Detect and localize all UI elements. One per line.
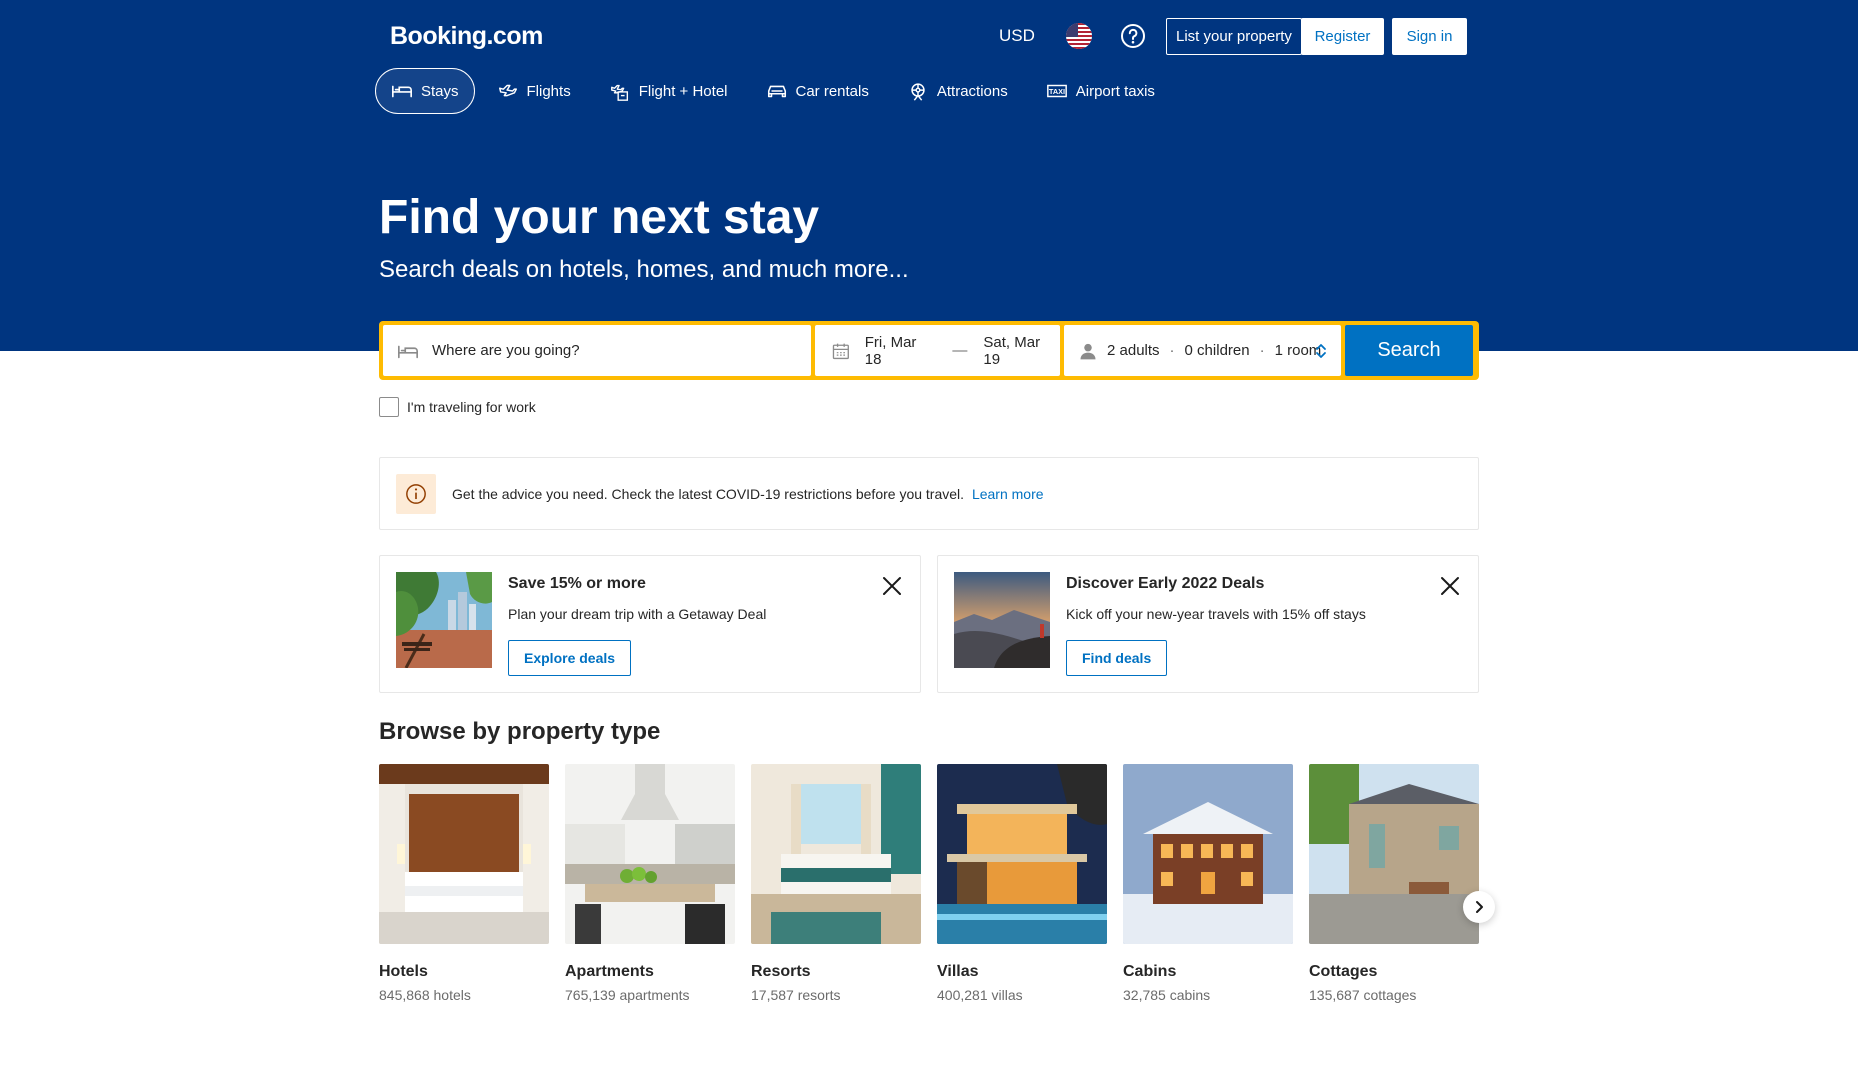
search-button[interactable]: Search (1345, 325, 1473, 376)
property-type-count: 400,281 villas (937, 987, 1023, 1003)
booking-logo[interactable]: Booking.com (390, 22, 543, 51)
calendar-icon (832, 343, 849, 359)
children-count: 0 children (1184, 342, 1250, 359)
tab-label: Flights (526, 82, 571, 100)
work-travel-option[interactable]: I'm traveling for work (379, 397, 536, 417)
checkout-date: Sat, Mar 19 (983, 333, 1041, 368)
top-bar: Booking.com USD List your property Regis… (379, 14, 1479, 58)
find-deals-button[interactable]: Find deals (1066, 640, 1168, 676)
covid-alert-banner: Get the advice you need. Check the lates… (379, 457, 1479, 530)
property-type-name: Resorts (751, 963, 811, 980)
explore-deals-button[interactable]: Explore deals (508, 640, 632, 676)
taxi-icon: TAXI (1046, 84, 1067, 98)
list-your-property-button[interactable]: List your property (1166, 18, 1302, 55)
cabins-image (1123, 764, 1293, 944)
tab-label: Airport taxis (1075, 82, 1155, 100)
tab-car-rentals[interactable]: Car rentals (750, 68, 885, 114)
property-type-count: 17,587 resorts (751, 987, 841, 1003)
property-type-count: 765,139 apartments (565, 987, 690, 1003)
property-type-count: 135,687 cottages (1309, 987, 1417, 1003)
close-icon[interactable] (880, 574, 904, 598)
attractions-icon (911, 83, 925, 101)
property-type-carousel: Hotels 845,868 hotels Apartments 765,139… (379, 764, 1479, 1004)
close-icon[interactable] (1438, 574, 1462, 598)
promo-title: Discover Early 2022 Deals (1066, 575, 1265, 592)
bed-icon (398, 345, 418, 358)
sign-in-button[interactable]: Sign in (1392, 18, 1467, 55)
tab-attractions[interactable]: Attractions (891, 68, 1024, 114)
us-flag-icon[interactable] (1066, 23, 1092, 49)
property-type-name: Cottages (1309, 963, 1378, 980)
alert-text: Get the advice you need. Check the lates… (452, 485, 965, 502)
tab-label: Flight + Hotel (638, 82, 728, 100)
plane-hotel-icon (610, 84, 628, 101)
bed-icon (392, 85, 412, 98)
promo-description: Kick off your new-year travels with 15% … (1066, 606, 1366, 622)
property-card-resorts[interactable]: Resorts 17,587 resorts (751, 764, 921, 1003)
guests-separator: · (1259, 342, 1265, 359)
carousel-next-button[interactable] (1463, 891, 1495, 923)
cottages-image (1309, 764, 1479, 944)
tab-flight-hotel[interactable]: Flight + Hotel (593, 68, 744, 114)
promo-image-mountain (954, 572, 1050, 668)
property-card-cottages[interactable]: Cottages 135,687 cottages (1309, 764, 1479, 1003)
section-title: Browse by property type (379, 718, 661, 745)
property-type-name: Hotels (379, 963, 428, 980)
hero-subtitle: Search deals on hotels, homes, and much … (379, 256, 909, 283)
date-picker-field[interactable]: Fri, Mar 18 — Sat, Mar 19 (815, 325, 1060, 376)
hotels-image (379, 764, 549, 944)
adults-count: 2 adults (1107, 342, 1160, 359)
property-type-count: 32,785 cabins (1123, 987, 1211, 1003)
alert-message: Get the advice you need. Check the lates… (452, 486, 1044, 502)
destination-placeholder: Where are you going? (432, 342, 580, 359)
work-travel-checkbox[interactable] (379, 397, 399, 417)
promo-title: Save 15% or more (508, 575, 646, 592)
work-travel-label: I'm traveling for work (407, 399, 536, 415)
property-card-hotels[interactable]: Hotels 845,868 hotels (379, 764, 549, 1003)
tab-airport-taxis[interactable]: TAXI Airport taxis (1030, 68, 1171, 114)
date-separator: — (952, 342, 968, 359)
promo-description: Plan your dream trip with a Getaway Deal (508, 606, 767, 622)
chevron-right-icon (1476, 901, 1483, 913)
hero-title: Find your next stay (379, 191, 820, 244)
car-icon (767, 85, 786, 98)
plane-icon (498, 84, 517, 97)
property-type-count: 845,868 hotels (379, 987, 471, 1003)
property-type-name: Apartments (565, 963, 654, 980)
tab-flights[interactable]: Flights (481, 68, 587, 114)
question-circle-icon[interactable] (1120, 23, 1146, 49)
product-tabs: Stays Flights Flight + Hotel Car rentals… (375, 68, 1171, 114)
property-card-villas[interactable]: Villas 400,281 villas (937, 764, 1107, 1003)
promo-card-getaway: Save 15% or more Plan your dream trip wi… (379, 555, 921, 693)
property-type-name: Cabins (1123, 963, 1177, 980)
destination-field[interactable]: Where are you going? (383, 325, 811, 376)
checkin-date: Fri, Mar 18 (864, 333, 917, 368)
chevron-up-down-icon (1316, 344, 1326, 358)
property-card-apartments[interactable]: Apartments 765,139 apartments (565, 764, 735, 1003)
tab-stays[interactable]: Stays (375, 68, 475, 114)
tab-label: Attractions (936, 82, 1008, 100)
tab-label: Stays (421, 82, 459, 100)
person-icon (1080, 343, 1096, 359)
svg-text:TAXI: TAXI (1049, 87, 1065, 96)
promo-image-park (396, 572, 492, 668)
property-type-name: Villas (937, 963, 979, 980)
property-card-cabins[interactable]: Cabins 32,785 cabins (1123, 764, 1293, 1003)
learn-more-link[interactable]: Learn more (972, 486, 1044, 502)
villas-image (937, 764, 1107, 944)
search-box: Where are you going? Fri, Mar 18 — Sat, … (379, 321, 1479, 380)
apartments-image (565, 764, 735, 944)
guests-separator: · (1169, 342, 1175, 359)
register-button[interactable]: Register (1301, 18, 1384, 55)
promo-card-early-2022: Discover Early 2022 Deals Kick off your … (937, 555, 1479, 693)
currency-selector[interactable]: USD (999, 26, 1035, 46)
guests-field[interactable]: 2 adults · 0 children · 1 room (1064, 325, 1341, 376)
info-icon (396, 473, 436, 514)
tab-label: Car rentals (795, 82, 869, 100)
resorts-image (751, 764, 921, 944)
